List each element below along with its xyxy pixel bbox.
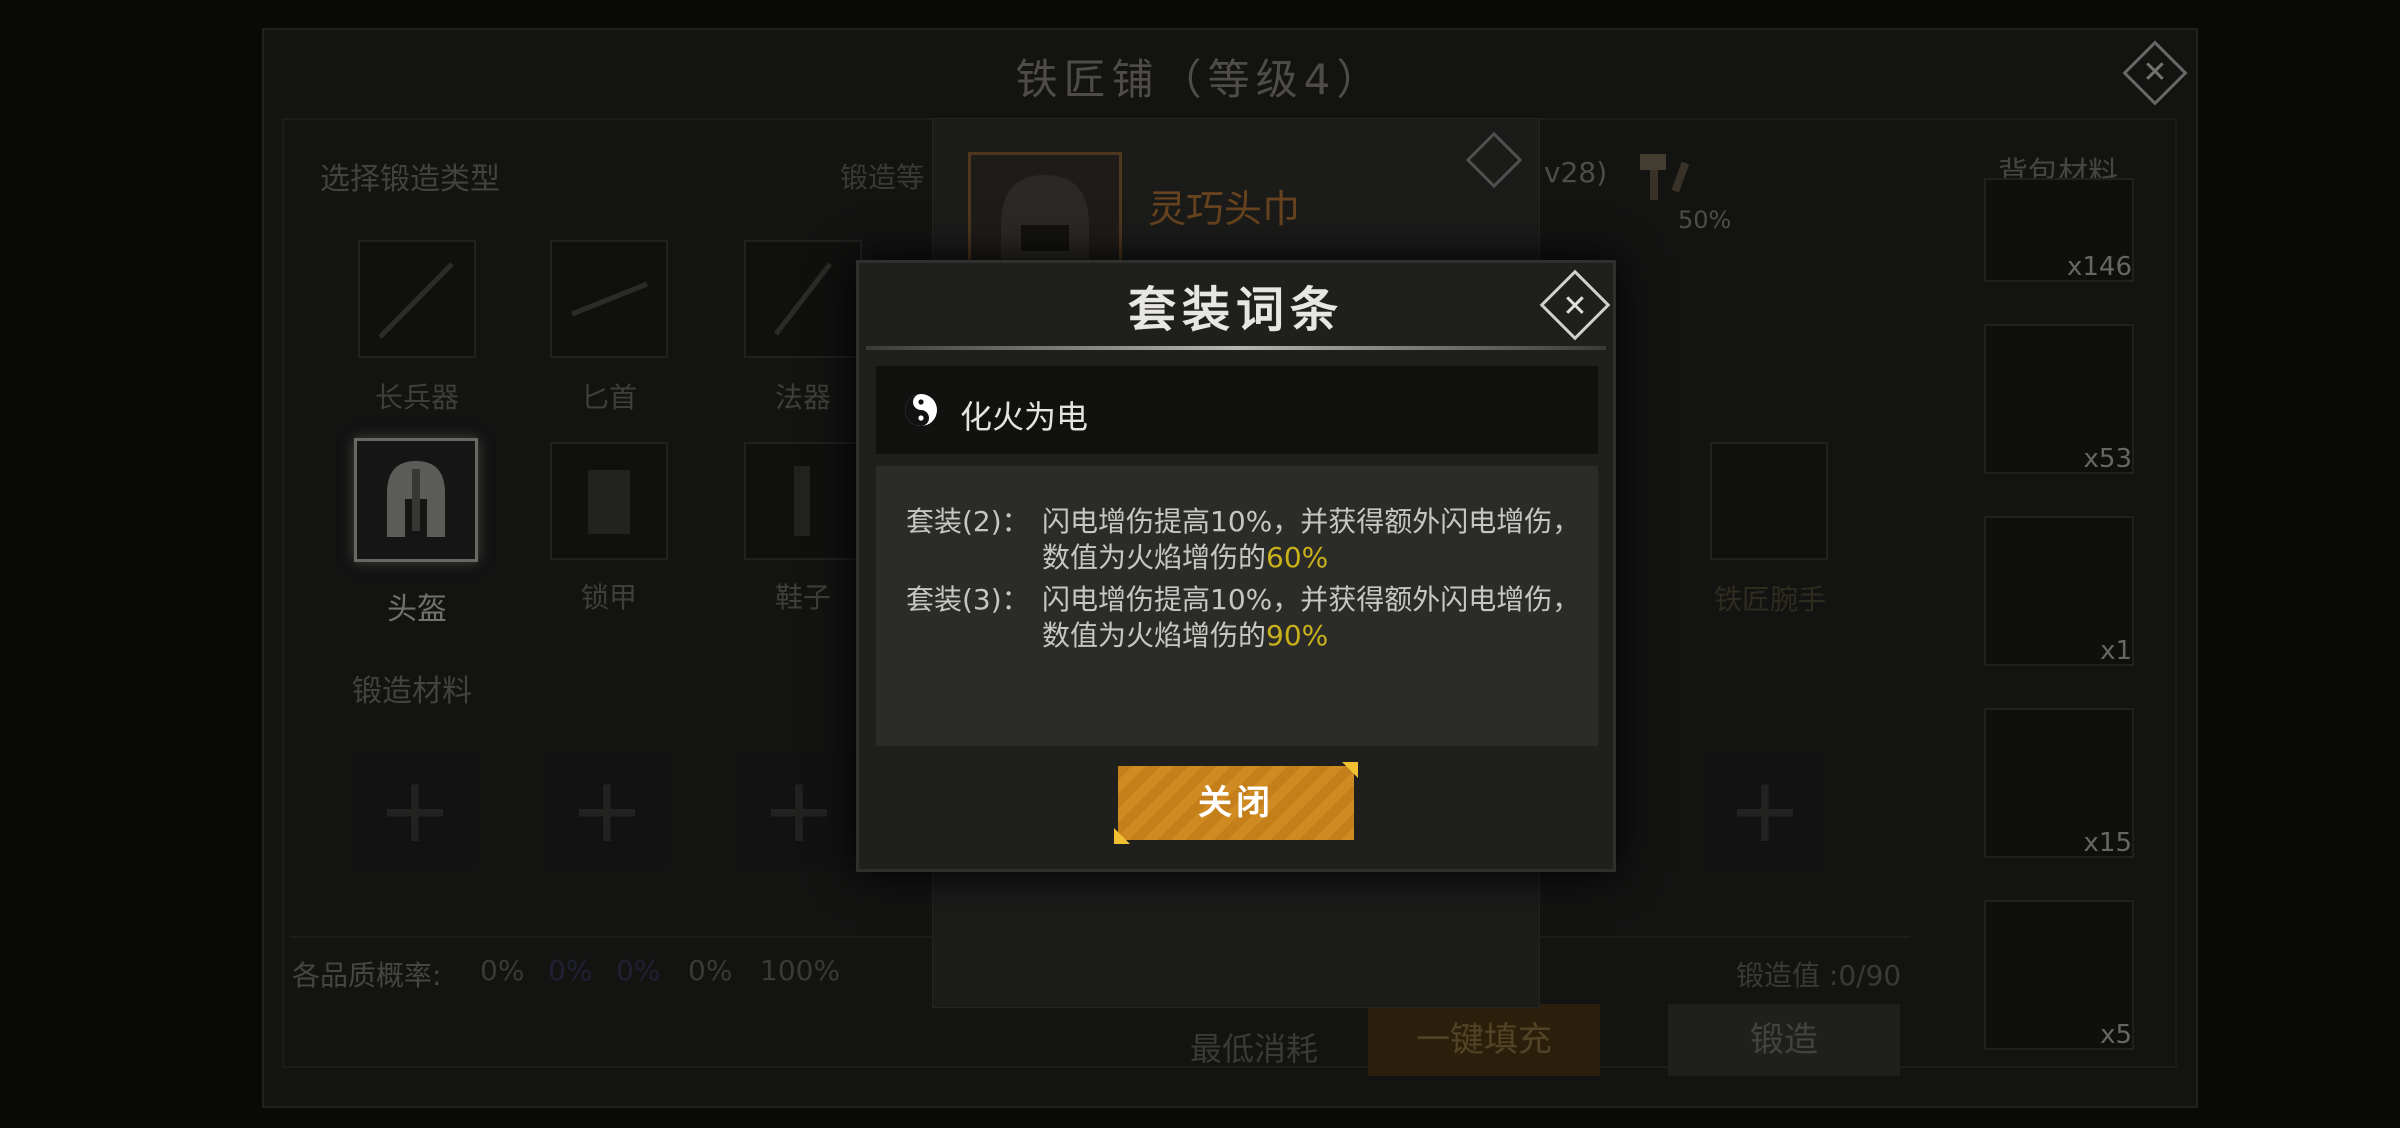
set-name: 化火为电 [960, 398, 1089, 436]
bonus-tier: 套装(3)： [906, 583, 1030, 616]
modal-title: 套装词条 [1127, 282, 1344, 338]
bonus-tier: 套装(2)： [906, 505, 1030, 538]
close-button[interactable]: 关闭 [1118, 766, 1354, 840]
bonus-text: 闪电增伤提高10%，并获得额外闪电增伤， 数值为火焰增伤的60% [1042, 505, 1581, 574]
title-divider [866, 346, 1606, 350]
close-icon: ✕ [1562, 289, 1588, 324]
yin-yang-icon [904, 393, 938, 427]
bonus-text: 闪电增伤提高10%，并获得额外闪电增伤， 数值为火焰增伤的90% [1042, 583, 1581, 652]
